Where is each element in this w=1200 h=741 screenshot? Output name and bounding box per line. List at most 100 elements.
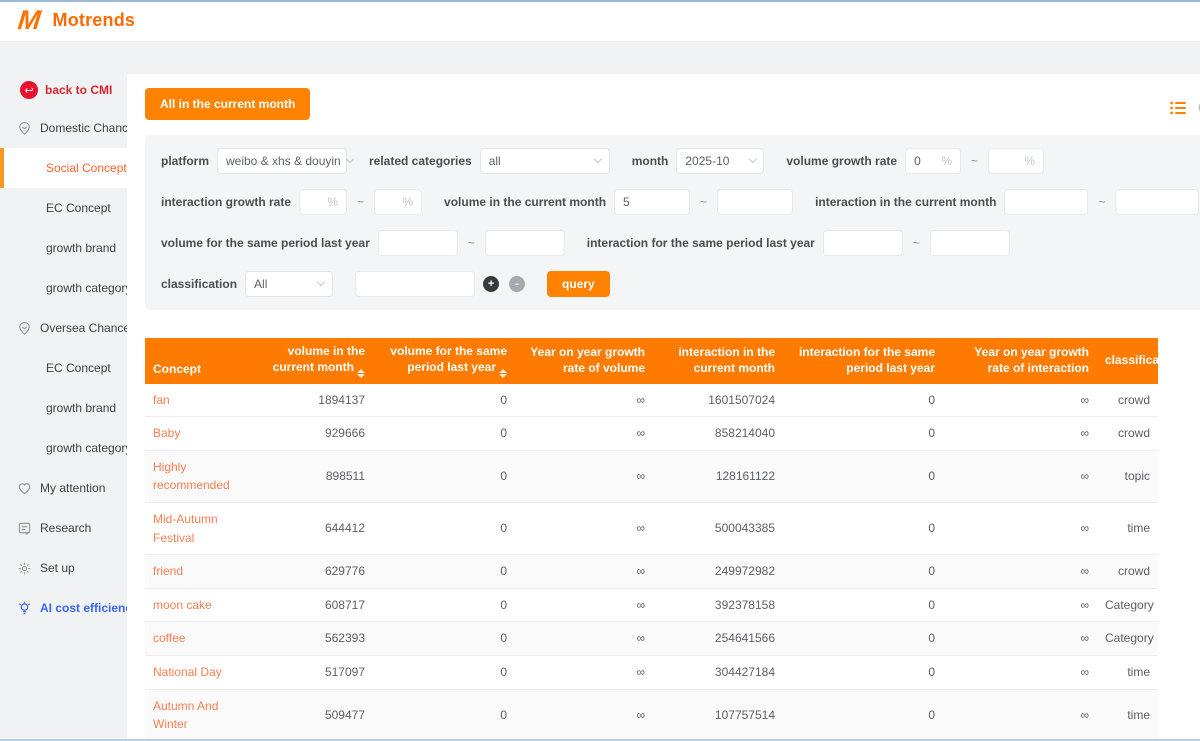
- motrends-logo-icon: M: [17, 7, 42, 34]
- range-tilde: ~: [466, 236, 477, 250]
- range-tilde: ~: [698, 195, 709, 209]
- sort-icon[interactable]: [357, 369, 365, 378]
- volume-growth-rate-label: volume growth rate: [786, 154, 897, 168]
- volume-last-year-to-input[interactable]: [485, 230, 565, 256]
- percent-suffix: %: [402, 195, 413, 209]
- concept-link[interactable]: fan: [145, 384, 263, 417]
- table-cell: Category: [1097, 588, 1158, 622]
- concept-link[interactable]: coffee: [145, 622, 263, 656]
- sidebar-item-label: EC Concept: [46, 201, 111, 215]
- interaction-growth-rate-from-input[interactable]: %: [299, 189, 347, 215]
- table-cell: 0: [373, 622, 515, 656]
- table-cell: 0: [783, 622, 943, 656]
- sidebar-item-set-up[interactable]: Set up: [0, 548, 127, 588]
- filter-panel: platform weibo & xhs & douyin related ca…: [145, 135, 1200, 310]
- sidebar-item-ec-concept[interactable]: EC Concept: [0, 188, 127, 228]
- main-content: All in the current month platform: [127, 74, 1200, 741]
- table-cell: ∞: [515, 622, 653, 656]
- interaction-growth-rate-to-input[interactable]: %: [374, 189, 422, 215]
- query-button[interactable]: query: [547, 271, 610, 297]
- concept-link[interactable]: Baby: [145, 417, 263, 451]
- table-cell: ∞: [943, 588, 1097, 622]
- interaction-current-month-from-input[interactable]: [1004, 189, 1088, 215]
- brand-name: Motrends: [53, 10, 136, 31]
- column-header-label: interaction in the current month: [678, 345, 775, 375]
- volume-current-month-from-input[interactable]: [614, 189, 690, 215]
- sidebar-item-ec-concept[interactable]: EC Concept: [0, 348, 127, 388]
- volume-last-year-from-input[interactable]: [378, 230, 458, 256]
- sidebar-item-research[interactable]: Research: [0, 508, 127, 548]
- sidebar-item-my-attention[interactable]: My attention: [0, 468, 127, 508]
- table-cell: 608717: [263, 588, 373, 622]
- month-select[interactable]: 2025-10: [676, 148, 764, 174]
- sort-icon[interactable]: [499, 369, 507, 378]
- interaction-growth-rate-label: interaction growth rate: [161, 195, 291, 209]
- column-header-label: interaction for the same period last yea…: [799, 345, 935, 375]
- concept-link[interactable]: Autumn And Winter: [145, 689, 263, 741]
- sidebar-item-label: growth brand: [46, 401, 116, 415]
- concept-table: Conceptvolume in the current monthvolume…: [145, 338, 1158, 741]
- table-cell: 107757514: [653, 689, 783, 741]
- sidebar-item-label: growth brand: [46, 241, 116, 255]
- table-row: Baby9296660∞8582140400∞crowd: [145, 417, 1158, 451]
- table-cell: 858214040: [653, 417, 783, 451]
- sidebar-item-label: growth category: [46, 441, 131, 455]
- column-header-volume-in-the-current-month[interactable]: volume in the current month: [263, 338, 373, 384]
- table-cell: ∞: [943, 622, 1097, 656]
- sidebar-item-growth-brand[interactable]: growth brand: [0, 388, 127, 428]
- sidebar-item-label: Domestic Chance: [40, 121, 135, 135]
- classification-select[interactable]: All: [245, 271, 333, 297]
- all-in-current-month-button[interactable]: All in the current month: [145, 88, 310, 120]
- table-cell: 929666: [263, 417, 373, 451]
- table-cell: 1894137: [263, 384, 373, 417]
- badge-icon: [16, 120, 32, 136]
- sidebar-item-growth-brand[interactable]: growth brand: [0, 228, 127, 268]
- volume-growth-rate-to-input[interactable]: %: [988, 148, 1044, 174]
- sidebar-item-ai-cost-efficiency[interactable]: AI cost efficiency: [0, 588, 127, 628]
- table-cell: topic: [1097, 450, 1158, 502]
- sidebar-item-oversea-chance[interactable]: Oversea Chance: [0, 308, 127, 348]
- concept-link[interactable]: Mid-Autumn Festival: [145, 502, 263, 554]
- chevron-down-icon: [317, 278, 325, 286]
- percent-suffix: %: [327, 195, 338, 209]
- concept-link[interactable]: Highly recommended: [145, 450, 263, 502]
- volume-growth-rate-from-input[interactable]: %: [905, 148, 961, 174]
- sidebar-item-growth-category[interactable]: growth category: [0, 428, 127, 468]
- interaction-current-month-to-input[interactable]: [1115, 189, 1199, 215]
- concept-link[interactable]: moon cake: [145, 588, 263, 622]
- concept-link[interactable]: National Day: [145, 655, 263, 689]
- table-cell: ∞: [515, 689, 653, 741]
- add-condition-button[interactable]: +: [483, 276, 499, 292]
- interaction-last-year-from-input[interactable]: [823, 230, 903, 256]
- column-header-label: Year on year growth rate of interaction: [974, 345, 1089, 375]
- column-header-year-on-year-growth-rate-of-interaction: Year on year growth rate of interaction: [943, 338, 1097, 384]
- table-cell: Category: [1097, 622, 1158, 656]
- list-view-icon[interactable]: [1170, 101, 1186, 120]
- column-header-label: volume in the current month: [273, 344, 365, 374]
- sidebar-item-label: Oversea Chance: [40, 321, 130, 335]
- classification-keyword-input[interactable]: [355, 271, 475, 297]
- table-cell: 562393: [263, 622, 373, 656]
- app-bar: M Motrends: [0, 0, 1200, 42]
- concept-link[interactable]: friend: [145, 555, 263, 589]
- chevron-down-icon: [594, 155, 602, 163]
- column-header-volume-for-the-same-period-last-year[interactable]: volume for the same period last year: [373, 338, 515, 384]
- table-cell: 629776: [263, 555, 373, 589]
- interaction-last-year-to-input[interactable]: [930, 230, 1010, 256]
- table-cell: 0: [783, 588, 943, 622]
- column-header-classification: classification: [1097, 338, 1158, 384]
- table-cell: crowd: [1097, 417, 1158, 451]
- platform-select[interactable]: weibo & xhs & douyin: [217, 148, 347, 174]
- remove-condition-button[interactable]: -: [509, 276, 525, 292]
- volume-current-month-to-input[interactable]: [717, 189, 793, 215]
- back-to-cmi-button[interactable]: ↩ back to CMI: [0, 72, 127, 108]
- table-cell: 0: [783, 689, 943, 741]
- sidebar-item-growth-category[interactable]: growth category: [0, 268, 127, 308]
- related-categories-select[interactable]: all: [480, 148, 610, 174]
- sidebar-item-social-concept[interactable]: Social Concept: [0, 148, 127, 188]
- range-tilde: ~: [355, 195, 366, 209]
- sidebar-item-domestic-chance[interactable]: Domestic Chance: [0, 108, 127, 148]
- table-cell: ∞: [943, 655, 1097, 689]
- table-cell: 249972982: [653, 555, 783, 589]
- table-cell: 0: [783, 502, 943, 554]
